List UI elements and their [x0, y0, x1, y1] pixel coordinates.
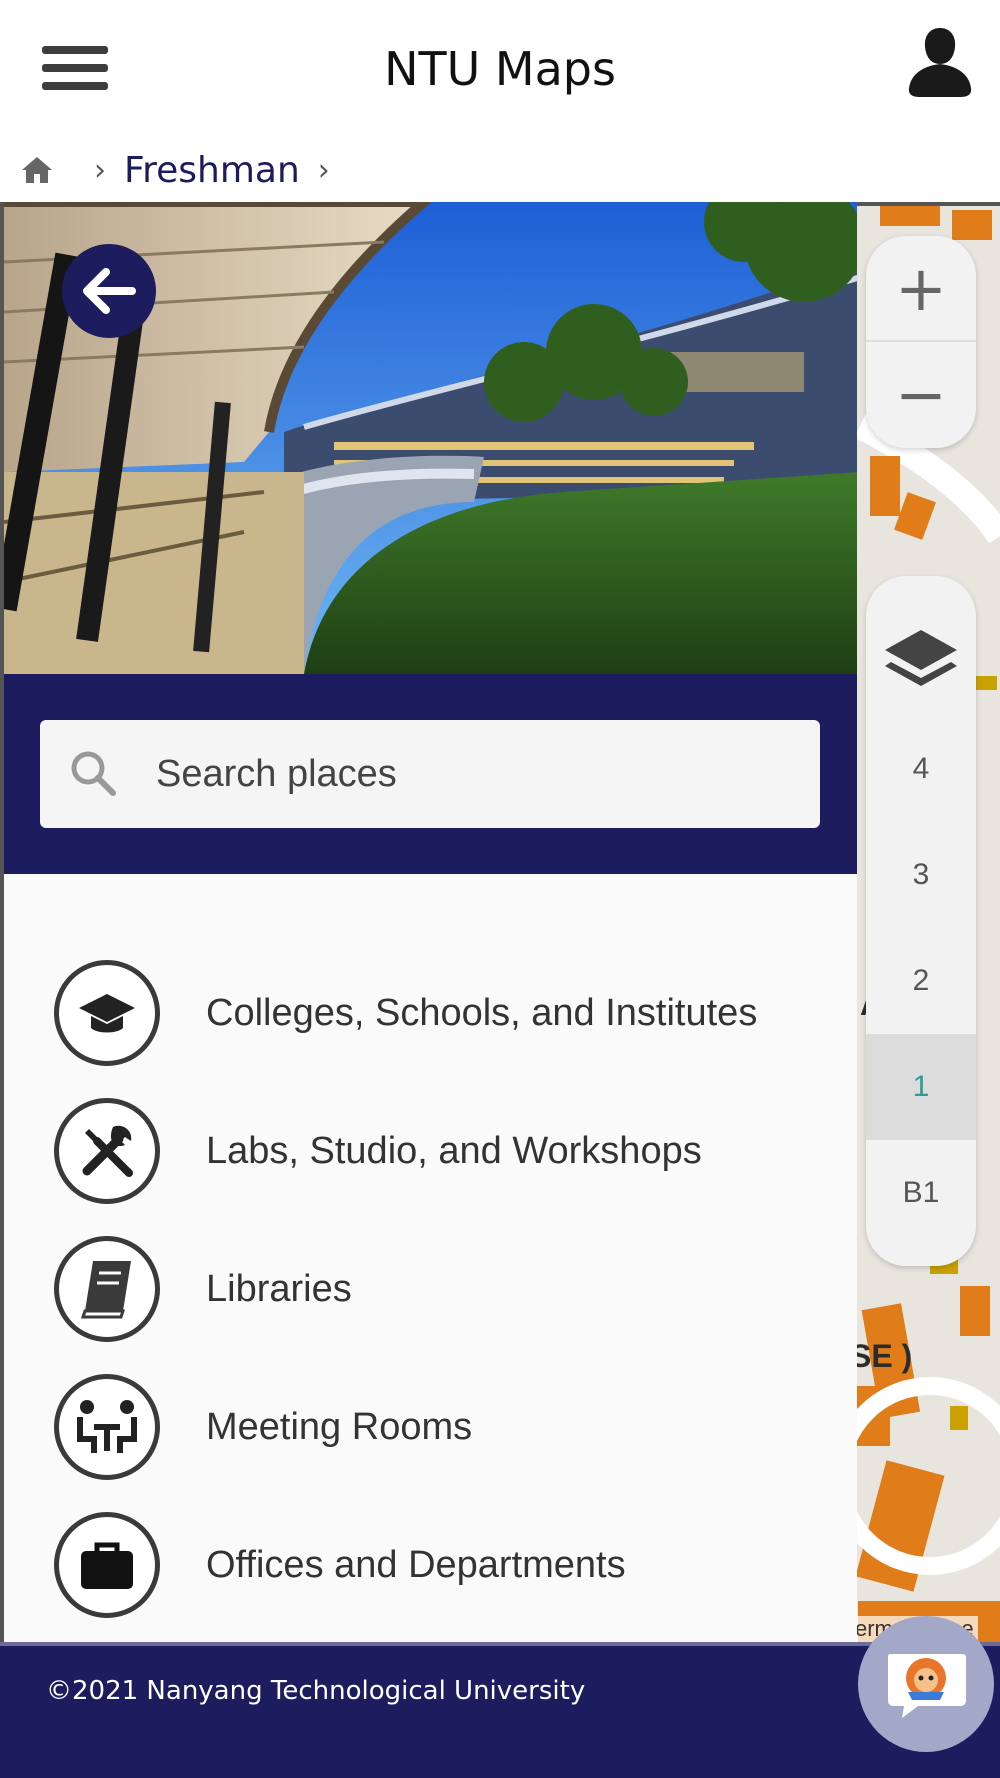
- search-input[interactable]: [154, 751, 794, 797]
- search-bar-container: [4, 674, 857, 874]
- graduation-cap-icon: [54, 960, 160, 1066]
- copyright-text: ©2021 Nanyang Technological University: [46, 1676, 586, 1706]
- category-label: Libraries: [206, 1268, 352, 1310]
- floor-3[interactable]: 3: [866, 822, 976, 928]
- arrow-left-icon: [83, 268, 136, 314]
- category-meeting-rooms[interactable]: Meeting Rooms: [4, 1358, 857, 1496]
- category-label: Offices and Departments: [206, 1544, 626, 1586]
- footer: ©2021 Nanyang Technological University: [0, 1642, 1000, 1778]
- category-libraries[interactable]: Libraries: [4, 1220, 857, 1358]
- floor-selector: 4 3 2 1 B1: [866, 576, 976, 1266]
- breadcrumb-item-freshman[interactable]: Freshman: [124, 150, 300, 191]
- home-icon[interactable]: [20, 155, 54, 185]
- breadcrumb-separator: ›: [94, 152, 106, 188]
- floor-4[interactable]: 4: [866, 716, 976, 822]
- floor-1[interactable]: 1: [866, 1034, 976, 1140]
- campus-hero-image: [4, 202, 857, 674]
- meeting-icon: [54, 1374, 160, 1480]
- tools-icon: [54, 1098, 160, 1204]
- breadcrumb: › Freshman ›: [0, 140, 1000, 200]
- zoom-out-button[interactable]: −: [866, 342, 976, 448]
- category-offices-departments[interactable]: Offices and Departments: [4, 1496, 857, 1634]
- category-label: Meeting Rooms: [206, 1406, 473, 1448]
- category-list: Colleges, Schools, and Institutes Labs, …: [4, 944, 857, 1634]
- briefcase-icon: [54, 1512, 160, 1618]
- top-app-bar: NTU Maps: [0, 0, 1000, 140]
- floor-2[interactable]: 2: [866, 928, 976, 1034]
- category-label: Labs, Studio, and Workshops: [206, 1130, 702, 1172]
- book-icon: [54, 1236, 160, 1342]
- layers-icon[interactable]: [881, 626, 961, 696]
- places-side-panel: Colleges, Schools, and Institutes Labs, …: [0, 202, 857, 1642]
- zoom-in-button[interactable]: +: [866, 236, 976, 342]
- category-label: Colleges, Schools, and Institutes: [206, 992, 758, 1034]
- breadcrumb-separator: ›: [317, 152, 330, 188]
- search-icon: [71, 751, 116, 796]
- category-colleges-schools-institutes[interactable]: Colleges, Schools, and Institutes: [4, 944, 857, 1082]
- map-label-se: SE ): [850, 1338, 913, 1374]
- app-title: NTU Maps: [384, 42, 616, 96]
- user-profile-icon[interactable]: [905, 26, 975, 98]
- zoom-controls: + −: [866, 236, 976, 448]
- back-button[interactable]: [62, 244, 156, 338]
- floor-b1[interactable]: B1: [866, 1140, 976, 1246]
- category-labs-studio-workshops[interactable]: Labs, Studio, and Workshops: [4, 1082, 857, 1220]
- chatbot-button[interactable]: [858, 1616, 994, 1752]
- search-box[interactable]: [40, 720, 820, 828]
- chatbot-lion-icon: [888, 1654, 966, 1718]
